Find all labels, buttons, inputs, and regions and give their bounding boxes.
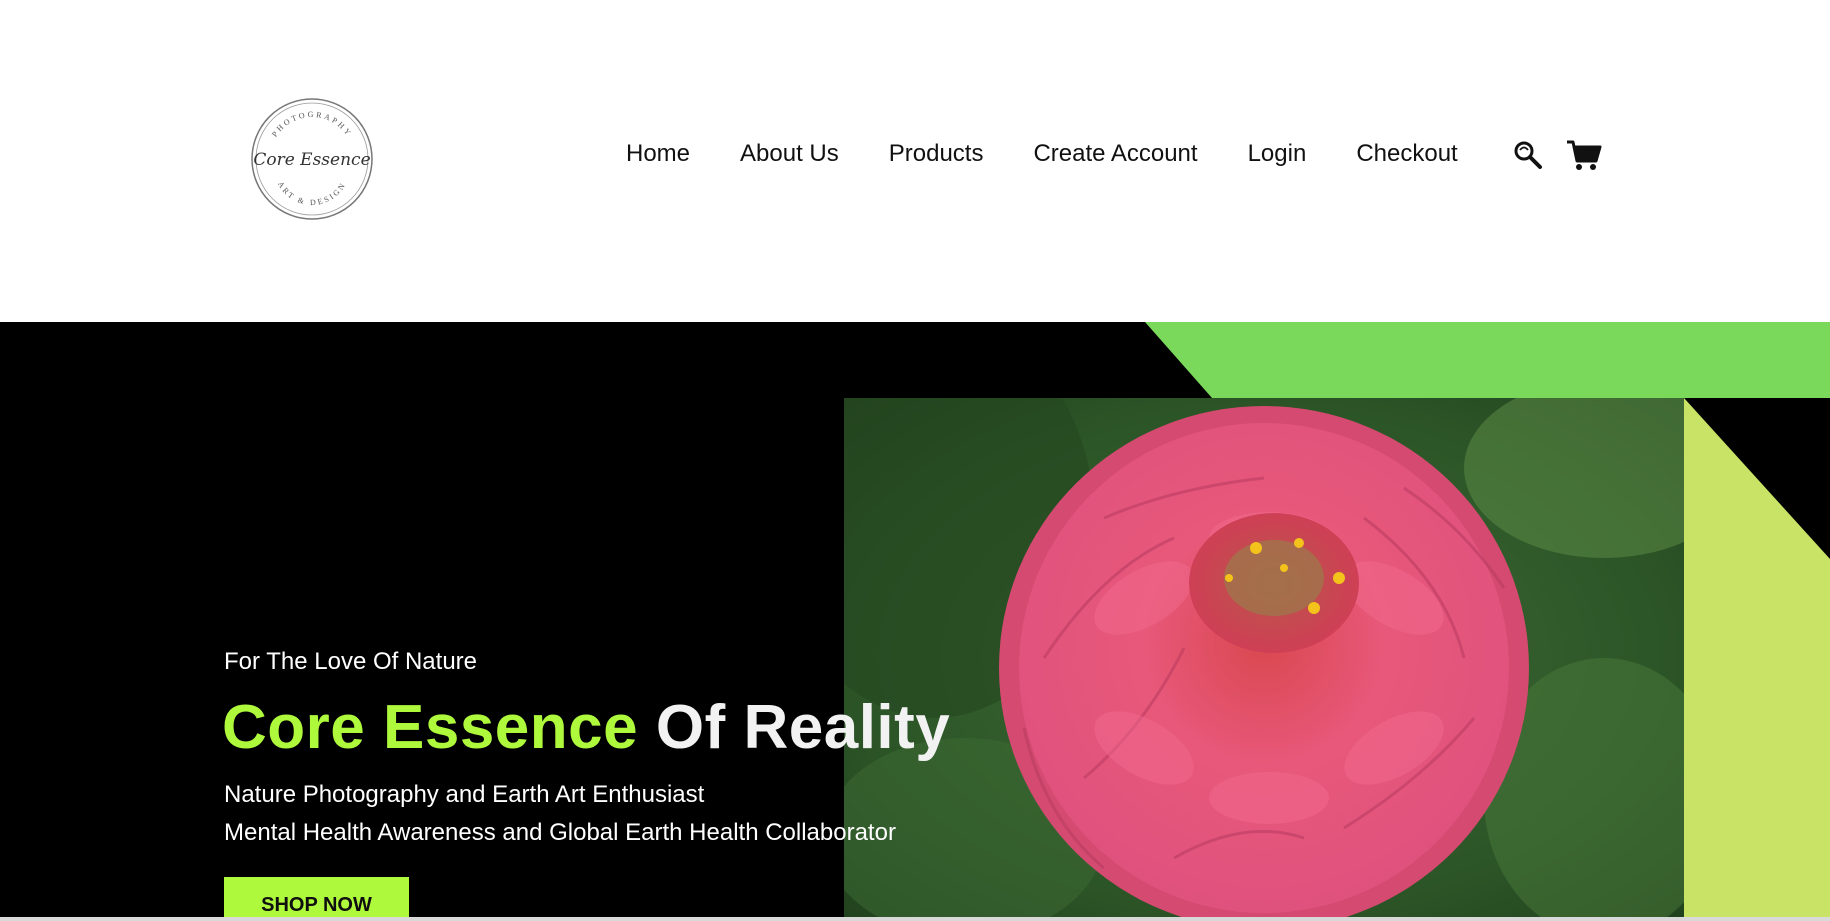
- hero-title-brand: Core Essence: [222, 693, 639, 762]
- hero-title: Core Essence Of Reality: [222, 692, 950, 763]
- hero-tagline: For The Love Of Nature: [224, 648, 478, 675]
- nav-about-us[interactable]: About Us: [740, 140, 839, 168]
- hero-flower-image: [844, 398, 1684, 917]
- shop-now-button[interactable]: SHOP NOW: [224, 877, 409, 917]
- page-bottom-edge: [0, 917, 1830, 921]
- hero-title-rest: Of Reality: [655, 693, 951, 762]
- logo[interactable]: PHOTOGRAPHY ART & DESIGN Core Essence: [250, 97, 374, 221]
- nav-products[interactable]: Products: [889, 140, 984, 168]
- nav-login[interactable]: Login: [1248, 140, 1307, 168]
- hero-description-line2: Mental Health Awareness and Global Earth…: [224, 819, 896, 846]
- cart-icon[interactable]: [1566, 139, 1602, 173]
- site-header: PHOTOGRAPHY ART & DESIGN Core Essence Ho…: [0, 0, 1830, 322]
- hero-description-line1: Nature Photography and Earth Art Enthusi…: [224, 781, 705, 808]
- search-icon[interactable]: [1513, 140, 1543, 170]
- logo-bottom-text: ART & DESIGN: [276, 180, 348, 207]
- logo-top-text: PHOTOGRAPHY: [270, 110, 354, 139]
- main-nav: Home About Us Products Create Account Lo…: [626, 140, 1458, 168]
- nav-checkout[interactable]: Checkout: [1356, 140, 1457, 168]
- nav-home[interactable]: Home: [626, 140, 690, 168]
- hero-section: For The Love Of Nature Core Essence Of R…: [0, 322, 1830, 917]
- nav-create-account[interactable]: Create Account: [1033, 140, 1197, 168]
- logo-script-text: Core Essence: [253, 150, 370, 170]
